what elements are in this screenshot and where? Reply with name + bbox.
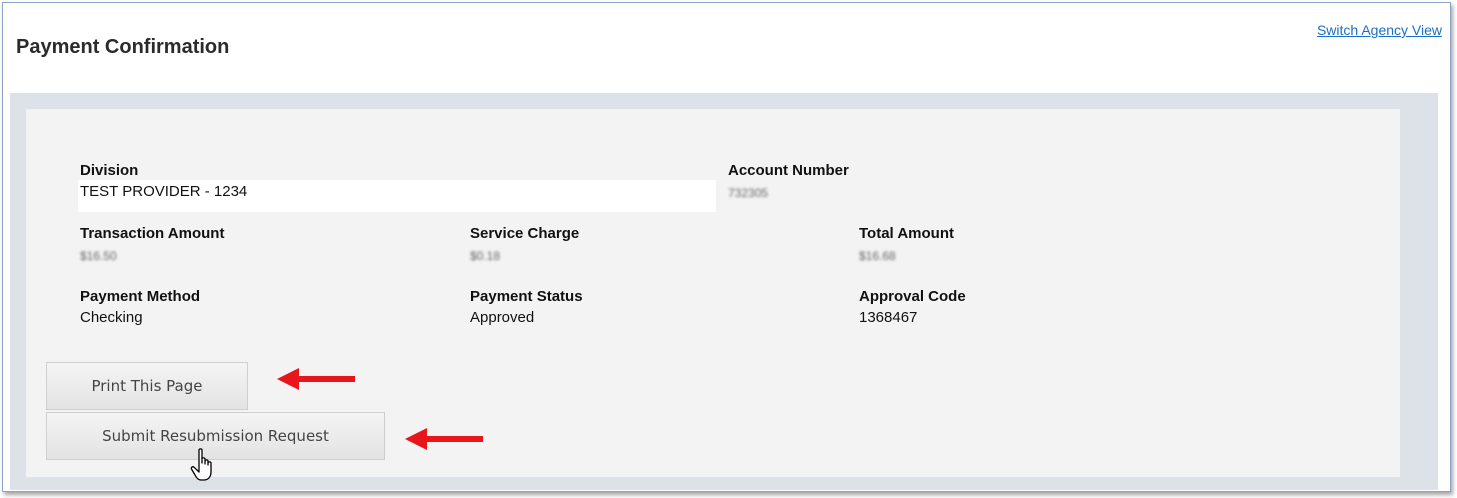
payment-status-field: Payment Status Approved: [470, 288, 583, 327]
print-page-button[interactable]: Print This Page: [46, 362, 248, 410]
total-amount-value: $16.68: [859, 249, 896, 263]
account-number-label: Account Number: [728, 162, 849, 179]
payment-method-field: Payment Method Checking: [80, 288, 200, 327]
red-arrow-left-icon: [405, 428, 483, 450]
payment-method-value: Checking: [80, 309, 143, 326]
transaction-amount-value: $16.50: [80, 249, 117, 263]
account-number-value: 732305: [728, 186, 769, 200]
division-value: TEST PROVIDER - 1234: [80, 183, 248, 200]
division-field: Division TEST PROVIDER - 1234: [80, 162, 247, 201]
total-amount-field: Total Amount $16.68: [859, 225, 954, 265]
service-charge-value: $0.18: [470, 249, 501, 263]
switch-agency-view-link[interactable]: Switch Agency View: [1317, 22, 1442, 38]
red-arrow-left-icon: [277, 368, 355, 390]
division-label: Division: [80, 162, 139, 179]
approval-code-label: Approval Code: [859, 288, 966, 305]
payment-status-value: Approved: [470, 309, 535, 326]
total-amount-label: Total Amount: [859, 225, 954, 242]
hand-pointer-icon: [190, 448, 212, 481]
payment-method-label: Payment Method: [80, 288, 201, 305]
payment-status-label: Payment Status: [470, 288, 583, 305]
approval-code-value: 1368467: [859, 309, 918, 326]
transaction-amount-field: Transaction Amount $16.50: [80, 225, 224, 265]
service-charge-label: Service Charge: [470, 225, 580, 242]
service-charge-field: Service Charge $0.18: [470, 225, 579, 265]
page-title: Payment Confirmation: [16, 36, 230, 58]
transaction-amount-label: Transaction Amount: [80, 225, 225, 242]
account-number-field: Account Number 732305: [728, 162, 849, 202]
approval-code-field: Approval Code 1368467: [859, 288, 966, 327]
